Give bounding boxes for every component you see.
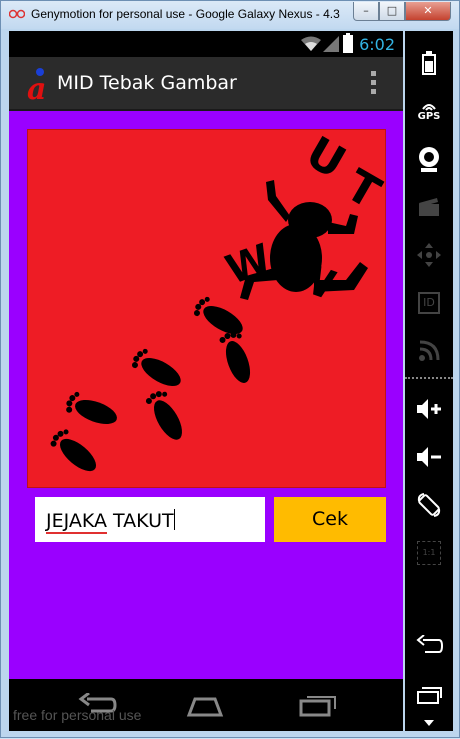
text-caret: [173, 509, 175, 530]
gps-label: GPS: [417, 110, 441, 122]
app-logo-icon: a: [27, 68, 46, 101]
volume-up-icon[interactable]: [413, 393, 445, 425]
cast-icon[interactable]: [413, 335, 445, 367]
toolbar-divider: [405, 377, 453, 379]
menu-icon[interactable]: [413, 707, 445, 739]
device-screen: 6:02 a MID Tebak Gambar U T W W: [9, 31, 403, 731]
puzzle-illustration: U T W W: [50, 127, 389, 472]
gps-icon[interactable]: GPS: [413, 95, 445, 127]
scale-icon[interactable]: 1:1: [413, 537, 445, 569]
minimize-button[interactable]: –: [353, 2, 379, 21]
answer-text-misspelled: JEJAKA: [46, 510, 107, 534]
signal-icon: [323, 36, 339, 52]
wifi-icon: [301, 36, 321, 51]
battery-icon: [343, 33, 353, 53]
window-titlebar[interactable]: Genymotion for personal use - Google Gal…: [1, 1, 459, 29]
battery-icon[interactable]: [413, 47, 445, 79]
recent-apps-icon[interactable]: [297, 693, 337, 717]
id-icon[interactable]: ID: [413, 287, 445, 319]
status-time: 6:02: [359, 35, 395, 54]
puzzle-letter-u: U: [297, 130, 353, 189]
app-logo-letter: a: [27, 72, 46, 101]
emulator-window: Genymotion for personal use - Google Gal…: [0, 0, 460, 738]
answer-input[interactable]: JEJAKA TAKUT: [35, 497, 265, 542]
main-content: U T W W: [9, 111, 403, 679]
close-button[interactable]: ✕: [405, 2, 451, 21]
check-button[interactable]: Cek: [274, 497, 386, 542]
clapperboard-icon[interactable]: [413, 191, 445, 223]
action-bar: a MID Tebak Gambar: [9, 57, 403, 111]
footprints: [50, 296, 251, 472]
emulator-toolbar: GPS ID 1:1: [405, 31, 453, 731]
maximize-button[interactable]: □: [379, 2, 405, 21]
id-label: ID: [418, 292, 440, 314]
genymotion-logo-icon: [9, 9, 25, 19]
camera-icon[interactable]: [413, 143, 445, 175]
dpad-icon[interactable]: [413, 239, 445, 271]
status-bar: 6:02: [9, 31, 403, 57]
puzzle-letter-t: T: [337, 160, 385, 219]
back-icon[interactable]: [413, 629, 445, 661]
home-icon[interactable]: [185, 693, 225, 717]
overflow-menu-icon[interactable]: [371, 71, 377, 97]
navigation-bar: [9, 679, 403, 731]
window-title: Genymotion for personal use - Google Gal…: [31, 7, 340, 21]
puzzle-image: U T W W: [27, 127, 389, 488]
app-title: MID Tebak Gambar: [57, 72, 237, 94]
scale-label: 1:1: [417, 541, 441, 565]
watermark-text: free for personal use: [13, 707, 142, 723]
volume-down-icon[interactable]: [413, 441, 445, 473]
answer-text-rest: TAKUT: [107, 510, 174, 532]
rotate-icon[interactable]: [413, 489, 445, 521]
